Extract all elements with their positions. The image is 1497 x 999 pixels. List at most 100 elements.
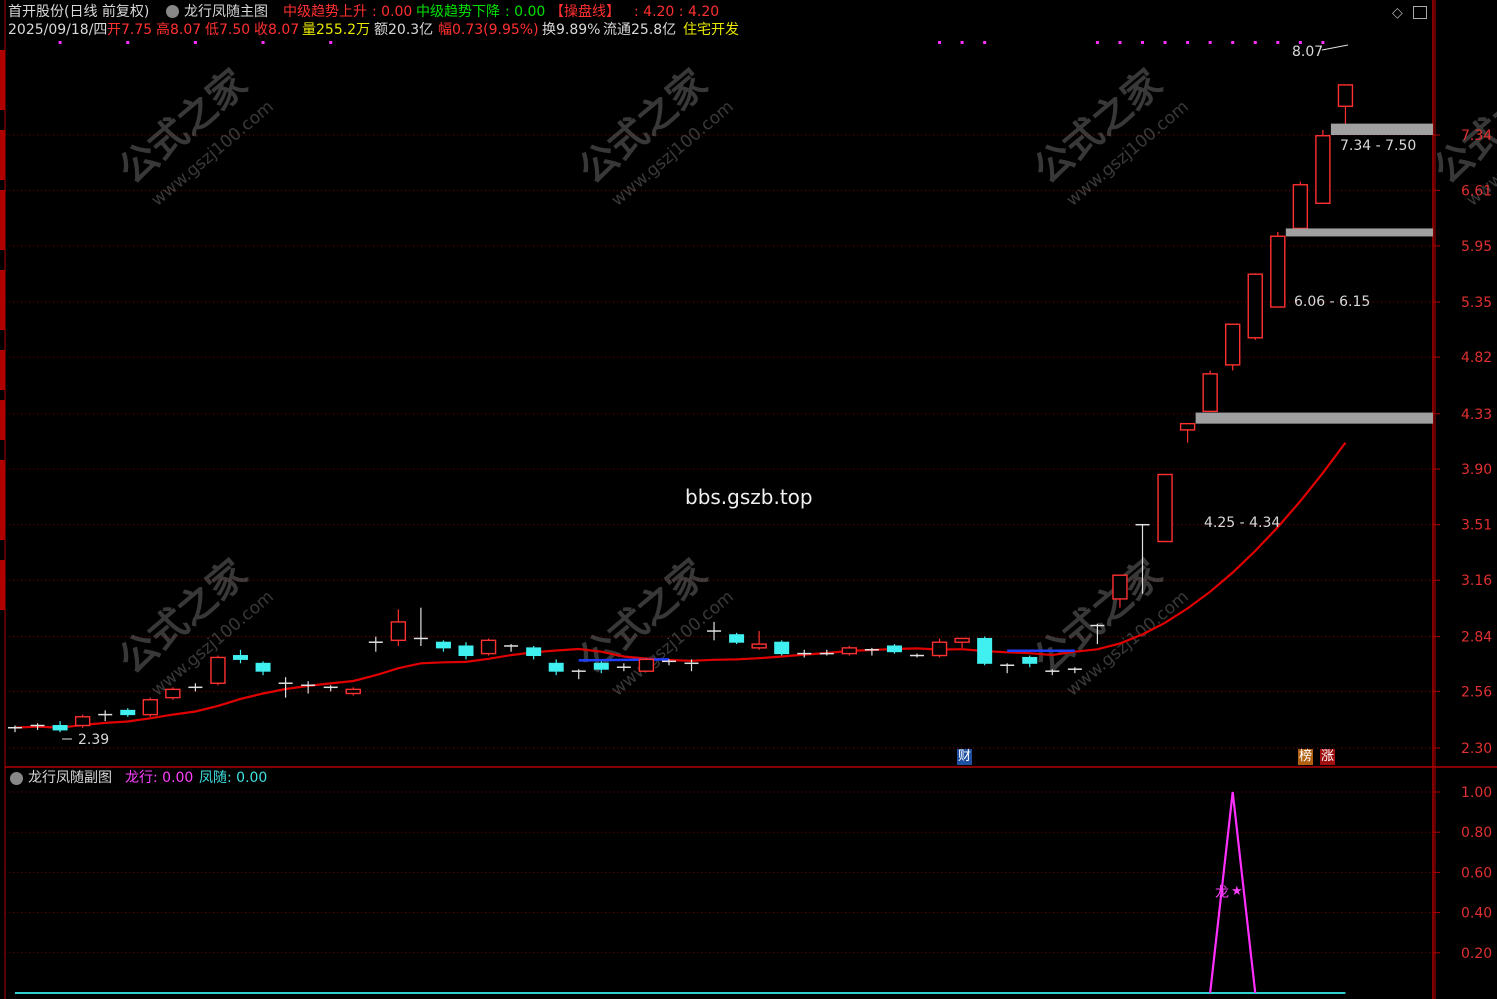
candle [1000,663,1015,674]
candle [120,708,136,717]
trend-down-value: : 0.00 [505,4,546,20]
candle [480,638,497,656]
low-label: 低 [205,22,219,38]
y-tick-label: 2.30 [1461,741,1492,757]
high-value: 8.07 [170,22,202,38]
candle-body [1112,574,1128,600]
amount-label: 额 [374,22,388,38]
signal-dot [1253,41,1257,44]
y-tick-label: 2.56 [1461,684,1492,700]
stock-title[interactable]: 首开股份(日线 前复权) [8,4,149,20]
signal-dot [1208,41,1212,44]
candle-body [1022,656,1038,664]
candle [323,685,338,692]
y-tick-label: 3.16 [1461,573,1492,589]
float-label: 流通 [603,22,631,38]
candle-body [1337,84,1354,107]
candle [1157,473,1173,543]
sub-indicator-name[interactable]: 龙行凤随副图 [28,770,112,786]
low-price-label: 2.39 [78,732,110,748]
candle-body [1224,323,1241,366]
candle [188,683,203,692]
candle [1224,323,1241,371]
indicator-menu-icon[interactable] [166,5,179,18]
watermark-text: 公式之家 [1425,61,1497,192]
candle-body [931,641,948,657]
y-tick-label: 4.82 [1461,350,1492,366]
candle-body [1292,184,1309,230]
price-zone [1285,228,1433,237]
candle [74,714,91,728]
watermark-stamp: 公式之家www.gszj100.com [570,551,737,701]
candle [413,607,428,646]
volume-value: 255.2万 [316,22,371,38]
list-badge[interactable]: 榜 [1298,749,1314,765]
candle-body [210,656,226,684]
signal-dot [1118,41,1122,44]
candle [504,644,519,652]
limit-up-badge[interactable]: 涨 [1320,749,1336,765]
sub-indicator-menu-icon[interactable] [10,772,23,785]
candle-body [954,637,970,643]
candle [910,653,924,658]
signal-dot [193,41,197,44]
signal-dot [329,41,333,44]
candle [368,636,383,652]
bar-date: 2025/09/18/四 [8,22,108,38]
amount-value: 20.3亿 [388,22,434,38]
y-tick-label: 3.51 [1461,518,1492,534]
y-tick-label: 6.61 [1461,183,1492,199]
signal-dot [960,41,964,44]
signal-dot [1163,41,1167,44]
candle-body [1179,422,1196,431]
candle [165,687,181,700]
open-value: 7.75 [121,22,153,38]
candle [458,642,474,660]
price-zone [1195,412,1433,424]
candle-body [435,641,451,649]
candle [638,657,655,672]
sector-label[interactable]: 住宅开发 [683,22,739,38]
candle-body [165,688,181,699]
candle-body [526,647,542,657]
y-tick-label: 5.35 [1461,295,1492,311]
y-tick-label: 7.34 [1461,128,1492,144]
y-tick-label: 5.95 [1461,239,1492,255]
y-tick-label: 0.20 [1461,946,1492,962]
candle-body [841,647,858,655]
candle [435,640,451,652]
candle-body [1247,273,1263,339]
close-value: 8.07 [268,22,300,38]
candle [390,609,407,646]
main-indicator-name[interactable]: 龙行凤随主图 [184,4,268,20]
y-tick-label: 0.60 [1461,865,1492,881]
volume-label: 量 [302,22,316,38]
zone-label-2: 6.06 - 6.15 [1294,294,1371,310]
candle [1292,181,1309,230]
phoenix-value: 凤随: 0.00 [199,770,268,786]
high-arrow [1321,44,1349,51]
candle [345,687,361,696]
candle-body [458,645,474,657]
op-line-value: : 4.20 : 4.20 [634,4,720,20]
candle-body [1315,135,1331,204]
candle-body [729,634,745,643]
finance-badge[interactable]: 财 [957,749,973,765]
candle-body [638,658,655,672]
y-tick-label: 3.90 [1461,462,1492,478]
candle [52,721,68,733]
signal-dot [1186,41,1190,44]
watermark-stamp: 公式之家www.gszj100.com [110,551,277,701]
candle [797,649,812,658]
y-tick-label: 0.40 [1461,906,1492,922]
window-toggle-icon[interactable] [1413,6,1427,19]
y-tick-label: 1.00 [1461,785,1492,801]
candle-body [774,641,790,655]
change-value: 0.73(9.95%) [452,22,539,38]
candle [774,640,790,656]
diamond-icon[interactable]: ◇ [1392,5,1403,21]
candle-body [1202,373,1218,413]
signal-dot [983,41,987,44]
candle-body [480,639,497,655]
high-price-label: 8.07 [1292,44,1324,60]
